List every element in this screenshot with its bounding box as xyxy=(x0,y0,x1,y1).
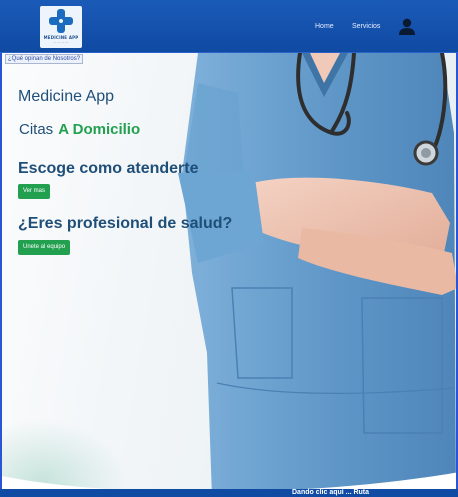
hero-section: ¿Qué opinan de Nosotros? Medicine App Ci… xyxy=(0,53,458,497)
logo-tagline: — — — — xyxy=(53,40,69,44)
user-icon[interactable] xyxy=(398,18,416,36)
nav-home-link[interactable]: Home xyxy=(315,23,334,30)
reviews-link[interactable]: ¿Qué opinan de Nosotros? xyxy=(5,54,84,64)
footer-strip: Dando clic aquí ... Ruta xyxy=(0,489,458,497)
join-team-button[interactable]: Unete al equipo xyxy=(18,240,71,255)
see-more-button[interactable]: Ver mas xyxy=(18,184,51,199)
app-logo[interactable]: MEDICINE APP — — — — xyxy=(40,6,82,48)
professional-heading: ¿Eres profesional de salud? xyxy=(18,215,233,232)
care-options-heading: Escoge como atenderte xyxy=(18,160,199,177)
hero-title: Medicine App xyxy=(18,88,115,105)
hero-subtitle: Citas A Domicilio xyxy=(19,121,140,138)
subtitle-prefix: Citas xyxy=(19,121,54,138)
nurse-hero-image xyxy=(178,53,456,497)
footer-partial-text: Dando clic aquí ... Ruta xyxy=(292,489,370,496)
medical-cross-icon xyxy=(48,9,74,33)
top-navbar: MEDICINE APP — — — — Home Servicios xyxy=(0,0,458,53)
subtitle-accent: A Domicilio xyxy=(58,121,141,138)
nav-services-link[interactable]: Servicios xyxy=(352,23,380,30)
